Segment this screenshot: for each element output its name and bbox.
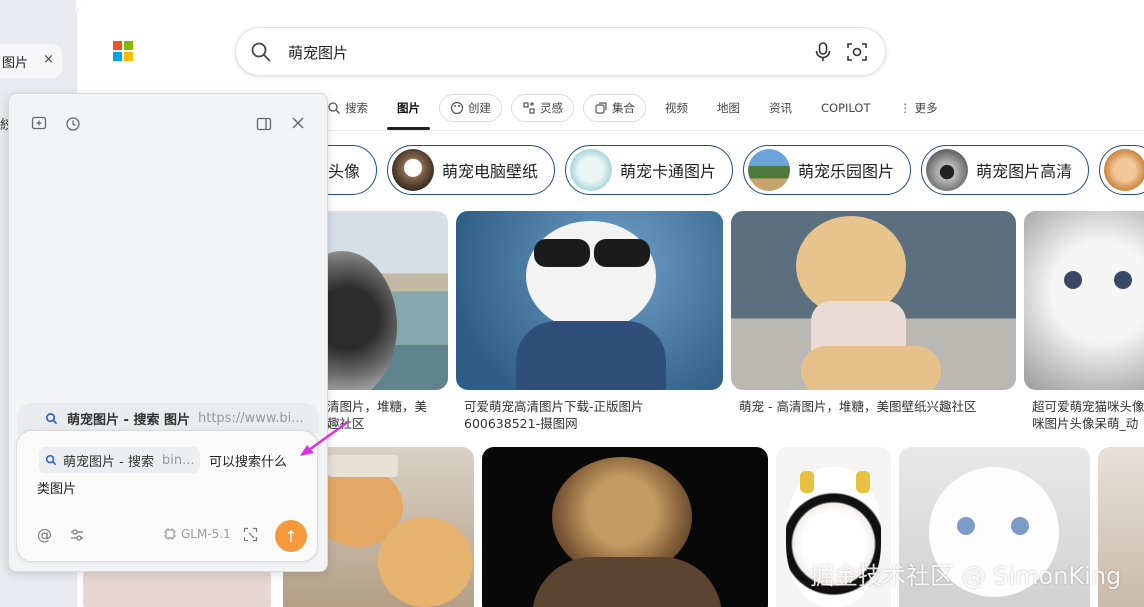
microsoft-logo[interactable] (113, 41, 133, 61)
related-chip[interactable] (1099, 145, 1144, 195)
chip-thumbnail (926, 149, 969, 191)
suggestion-title: 萌宠图片 - 搜索 图片 (67, 412, 190, 428)
chip-thumbnail (570, 149, 613, 191)
annotation-arrow (300, 420, 349, 456)
image-result[interactable] (731, 211, 1016, 390)
image-result[interactable] (1024, 211, 1144, 390)
tab-more[interactable]: ⋮ 更多 (889, 94, 947, 122)
chat-composer[interactable]: 萌宠图片 - 搜索 bin... 可以搜索什么 类图片 @ GLM-5.1 ↑ (16, 430, 318, 562)
page-reference-chip[interactable]: 萌宠图片 - 搜索 bin... (39, 447, 201, 473)
search-icon (328, 102, 340, 114)
chip-thumbnail (748, 149, 791, 191)
sparkle-icon (523, 102, 535, 114)
palette-icon (450, 101, 464, 115)
related-chip[interactable]: 萌宠图片高清 (921, 145, 1090, 195)
chat-input-text[interactable]: 可以搜索什么 (209, 451, 287, 470)
related-chip[interactable]: 萌宠乐园图片 (743, 145, 912, 195)
dock-panel-icon[interactable] (256, 116, 272, 136)
send-button[interactable]: ↑ (275, 520, 307, 552)
chat-input-text-continued[interactable]: 类图片 (37, 478, 76, 497)
new-chat-icon[interactable] (31, 116, 47, 136)
search-icon[interactable] (250, 41, 272, 63)
close-icon[interactable] (291, 116, 305, 134)
result-caption[interactable]: 超可爱萌宠猫咪头像 咪图片头像呆萌_动 (1032, 398, 1144, 432)
result-caption[interactable]: 可爱萌宠高清图片下载-正版图片 600638521-摄图网 (464, 398, 724, 432)
tab-news[interactable]: 资讯 (759, 94, 802, 122)
mention-icon[interactable]: @ (37, 526, 52, 544)
search-input[interactable] (288, 40, 788, 64)
image-result[interactable] (482, 447, 768, 607)
visual-search-icon[interactable] (846, 41, 868, 63)
browser-tab-label: 图片 (2, 55, 29, 71)
search-box[interactable] (235, 27, 886, 76)
page-suggestion[interactable]: 萌宠图片 - 搜索 图片 https://www.bi... (17, 403, 319, 433)
search-nav: 搜索 图片 创建 灵感 集合 视频 地图 资讯 COPILOT ⋮ 更多 (317, 89, 957, 130)
tab-videos[interactable]: 视频 (655, 94, 698, 122)
tab-images[interactable]: 图片 (387, 94, 430, 130)
tab-close-icon[interactable]: × (43, 52, 54, 67)
search-icon (45, 454, 57, 466)
microphone-icon[interactable] (812, 41, 834, 63)
tab-copilot[interactable]: COPILOT (811, 94, 880, 122)
related-chip[interactable]: 萌宠电脑壁纸 (387, 145, 556, 195)
search-icon (46, 413, 58, 425)
collection-icon (595, 102, 607, 114)
tab-collections[interactable]: 集合 (583, 94, 646, 122)
tab-maps[interactable]: 地图 (707, 94, 750, 122)
screenshot-icon[interactable] (243, 527, 258, 546)
related-chip[interactable]: 萌宠卡通图片 (565, 145, 734, 195)
history-icon[interactable] (65, 116, 81, 136)
chip-thumbnail (1104, 149, 1144, 191)
chip-thumbnail (392, 149, 435, 191)
image-result[interactable] (317, 211, 448, 390)
related-searches: 头像 萌宠电脑壁纸 萌宠卡通图片 萌宠乐园图片 萌宠图片高清 (305, 145, 1144, 195)
result-caption[interactable]: 萌宠 - 高清图片，堆糖，美图壁纸兴趣社区 (739, 398, 1019, 415)
watermark: 掘金技术社区 @ SimonKing (810, 562, 1122, 590)
model-selector[interactable]: GLM-5.1 (163, 527, 231, 541)
settings-sliders-icon[interactable] (69, 527, 85, 547)
suggestion-url: https://www.bi... (197, 410, 304, 426)
browser-tab[interactable]: 图片 × (0, 44, 62, 78)
chip-icon (164, 528, 176, 540)
tab-inspiration[interactable]: 灵感 (511, 94, 574, 122)
tab-create[interactable]: 创建 (439, 94, 502, 122)
image-result[interactable] (456, 211, 723, 390)
